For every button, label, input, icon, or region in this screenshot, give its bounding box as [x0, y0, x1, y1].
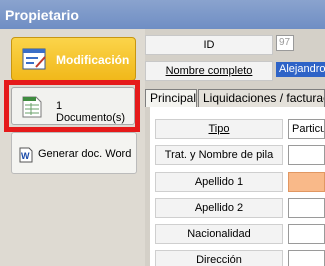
id-label: ID	[145, 35, 273, 55]
nombre-completo-text: Nombre completo	[165, 65, 253, 77]
apellido1-label: Apellido 1	[155, 172, 283, 192]
modificacion-button[interactable]: Modificación	[11, 37, 136, 81]
tab-liquidaciones[interactable]: Liquidaciones / facturació	[198, 89, 325, 107]
trat-nombre-field[interactable]	[288, 145, 325, 165]
trat-nombre-label: Trat. y Nombre de pila	[155, 145, 283, 165]
apellido1-field[interactable]	[288, 172, 325, 192]
nacionalidad-label: Nacionalidad	[155, 224, 283, 244]
tipo-label: Tipo	[155, 119, 283, 139]
generar-word-button[interactable]: W Generar doc. Word	[11, 132, 137, 174]
tipo-field[interactable]: Particu	[288, 119, 325, 139]
tab-principal[interactable]: Principal	[145, 89, 197, 107]
generar-word-label: Generar doc. Word	[38, 148, 132, 160]
direccion-field[interactable]	[288, 250, 325, 266]
documentos-button[interactable]: 1 Documento(s)	[11, 87, 135, 125]
apellido2-label: Apellido 2	[155, 198, 283, 218]
svg-text:W: W	[21, 151, 30, 161]
modificacion-label: Modificación	[56, 53, 130, 67]
id-field[interactable]: 97	[276, 35, 294, 51]
apellido2-field[interactable]	[288, 198, 325, 218]
tipo-text: Tipo	[208, 123, 230, 135]
direccion-label: Dirección	[155, 250, 283, 266]
documentos-label: 1 Documento(s)	[56, 100, 126, 124]
nacionalidad-field[interactable]	[288, 224, 325, 244]
window-title: Propietario	[0, 0, 325, 29]
edit-form-icon	[22, 47, 47, 71]
tab-bar: Principal Liquidaciones / facturació	[145, 89, 325, 107]
nombre-completo-label: Nombre completo	[145, 61, 273, 81]
word-document-icon: W	[19, 147, 33, 163]
nombre-completo-field[interactable]: Alejandro	[276, 62, 325, 77]
spreadsheet-document-icon	[22, 96, 42, 118]
